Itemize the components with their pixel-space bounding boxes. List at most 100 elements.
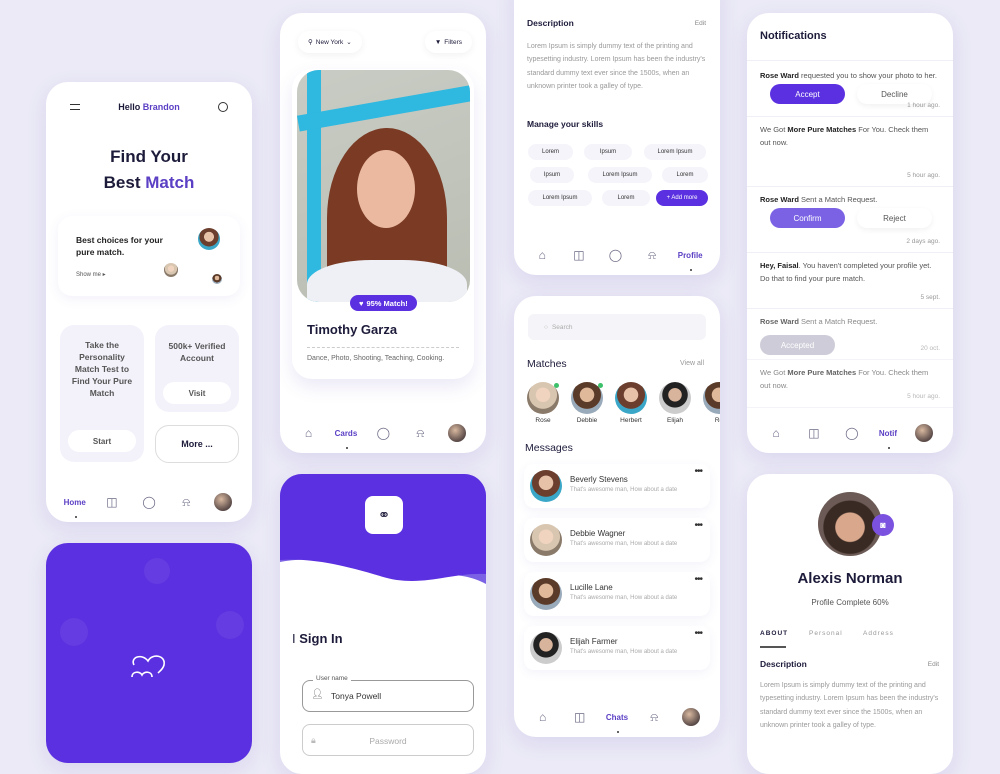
match-item[interactable]: Herbert <box>614 382 648 424</box>
bottom-nav: ⌂ ◫ ◯ ⍾ Profile <box>514 235 720 275</box>
chat-icon[interactable]: ◯ <box>138 491 160 513</box>
bell-icon[interactable]: ⍾ <box>409 422 431 444</box>
more-options-icon[interactable]: ••• <box>694 466 702 477</box>
nav-item-active[interactable]: Profile <box>678 244 703 271</box>
home-icon[interactable]: ⌂ <box>765 422 787 444</box>
bell-icon[interactable]: ⍾ <box>641 244 663 266</box>
bell-icon[interactable]: ⍾ <box>643 706 665 728</box>
bell-icon[interactable]: ⍾ <box>175 491 197 513</box>
skill-chip[interactable]: Ipsum <box>530 167 574 183</box>
match-item[interactable]: Elijah <box>658 382 692 424</box>
signin-title: Sign In <box>299 631 343 646</box>
notification-text: Rose Ward Sent a Match Request. <box>760 315 940 328</box>
accepted-button[interactable]: Accepted <box>760 335 835 355</box>
decorative-bubble <box>216 611 244 639</box>
tab-personal[interactable]: Personal <box>809 630 843 637</box>
match-item[interactable]: Ro <box>702 382 720 424</box>
skills-title: Manage your skills <box>527 119 604 129</box>
confirm-button[interactable]: Confirm <box>770 208 845 228</box>
page-title: Find Your Best Match <box>46 144 252 196</box>
location-text: New York <box>315 38 344 46</box>
cards-icon[interactable]: ◫ <box>569 706 591 728</box>
location-selector[interactable]: ⚲ New York ⌄ <box>298 31 362 53</box>
skill-chip[interactable]: Ipsum <box>584 144 632 160</box>
filters-button[interactable]: ▼ Filters <box>425 31 472 53</box>
avatar <box>682 708 701 726</box>
match-name: Debbie <box>576 417 598 424</box>
accept-button[interactable]: Accept <box>770 84 845 104</box>
reject-button[interactable]: Reject <box>857 208 932 228</box>
avatar <box>703 382 720 414</box>
start-button[interactable]: Start <box>68 430 136 452</box>
hearts-logo-icon <box>131 655 165 678</box>
avatar <box>530 632 562 664</box>
visit-button[interactable]: Visit <box>163 382 231 404</box>
home-icon[interactable]: ⌂ <box>531 244 553 266</box>
more-button[interactable]: More ... <box>155 425 239 463</box>
edit-link[interactable]: Edit <box>928 661 939 668</box>
tab-address[interactable]: Address <box>863 630 894 637</box>
text-prefix: We Got <box>760 125 788 134</box>
cards-screen: ⚲ New York ⌄ ▼ Filters ♥ 95% Match! Timothy … <box>280 13 486 453</box>
cards-icon[interactable]: ◫ <box>101 491 123 513</box>
message-item[interactable]: Elijah Farmer That's awesome man, How abo… <box>524 626 710 670</box>
avatar <box>198 228 220 250</box>
message-item[interactable]: Beverly Stevens That's awesome man, How a… <box>524 464 710 508</box>
chevron-down-icon: ⌄ <box>346 39 352 46</box>
tab-about[interactable]: ABOUT <box>760 630 788 637</box>
edit-link[interactable]: Edit <box>695 20 706 27</box>
message: Sent a Match Request. <box>798 317 878 326</box>
nav-item-active[interactable]: Chats <box>606 706 628 733</box>
skill-chip[interactable]: Lorem Ipsum <box>528 190 592 206</box>
add-more-button[interactable]: + Add more <box>656 190 708 206</box>
more-options-icon[interactable]: ••• <box>694 574 702 585</box>
username-field[interactable]: User name 👤︎ Tonya Powell <box>302 675 474 712</box>
message-item[interactable]: Debbie Wagner That's awesome man, How abo… <box>524 518 710 562</box>
bottom-nav: ⌂ ◫ Chats ⍾ <box>514 697 720 737</box>
best-choices-card[interactable]: Best choices for your pure match. Show m… <box>58 216 240 296</box>
skill-chip[interactable]: Lorem <box>602 190 650 206</box>
password-placeholder: Password <box>369 736 407 746</box>
nav-profile-avatar[interactable] <box>913 422 935 444</box>
nav-profile-avatar[interactable] <box>212 491 234 513</box>
match-item[interactable]: Debbie <box>570 382 604 424</box>
search-input[interactable]: ○ Search <box>528 314 706 340</box>
show-me-link[interactable]: Show me ▸ <box>76 271 106 278</box>
nav-item-active[interactable]: Home <box>64 491 86 518</box>
title-line1: Find Your <box>110 147 188 166</box>
chat-icon[interactable]: ◯ <box>605 244 627 266</box>
more-options-icon[interactable]: ••• <box>694 520 702 531</box>
nav-profile-avatar[interactable] <box>446 422 468 444</box>
skill-chip[interactable]: Lorem <box>662 167 708 183</box>
filters-label: Filters <box>444 38 462 46</box>
verified-card: 500k+ Verified Account Visit <box>155 325 239 412</box>
home-icon[interactable]: ⌂ <box>532 706 554 728</box>
profile-name: Timothy Garza <box>307 322 398 337</box>
nav-profile-avatar[interactable] <box>680 706 702 728</box>
more-options-icon[interactable]: ••• <box>694 628 702 639</box>
notification-text: Hey, Faisal. You haven't completed your … <box>760 259 940 285</box>
skill-chip[interactable]: Lorem Ipsum <box>588 167 652 183</box>
search-icon[interactable] <box>218 102 228 112</box>
cards-icon[interactable]: ◫ <box>568 244 590 266</box>
profile-card[interactable]: ♥ 95% Match! Timothy Garza Dance, Photo, … <box>292 69 474 379</box>
nav-item-active[interactable]: Cards <box>335 422 357 449</box>
timestamp: 5 hour ago. <box>907 393 940 400</box>
highlight: More Pure Matches <box>787 125 857 134</box>
message-item[interactable]: Lucille Lane That's awesome man, How abou… <box>524 572 710 616</box>
message-sender: Elijah Farmer <box>570 637 618 646</box>
test-card-text: Take the Personality Match Test to Find … <box>71 340 133 398</box>
skill-chip[interactable]: Lorem Ipsum <box>644 144 706 160</box>
user-icon: 👤︎ <box>311 689 324 700</box>
nav-item-active[interactable]: Notif <box>879 422 897 449</box>
avatar <box>212 274 222 284</box>
cards-icon[interactable]: ◫ <box>803 422 825 444</box>
chat-icon[interactable]: ◯ <box>841 422 863 444</box>
password-field[interactable]: 🔒︎ Password <box>302 724 474 756</box>
home-icon[interactable]: ⌂ <box>298 422 320 444</box>
match-item[interactable]: Rose <box>526 382 560 424</box>
camera-button[interactable]: ◙ <box>872 514 894 536</box>
skill-chip[interactable]: Lorem <box>528 144 573 160</box>
chat-icon[interactable]: ◯ <box>372 422 394 444</box>
view-all-link[interactable]: View all <box>680 360 704 367</box>
